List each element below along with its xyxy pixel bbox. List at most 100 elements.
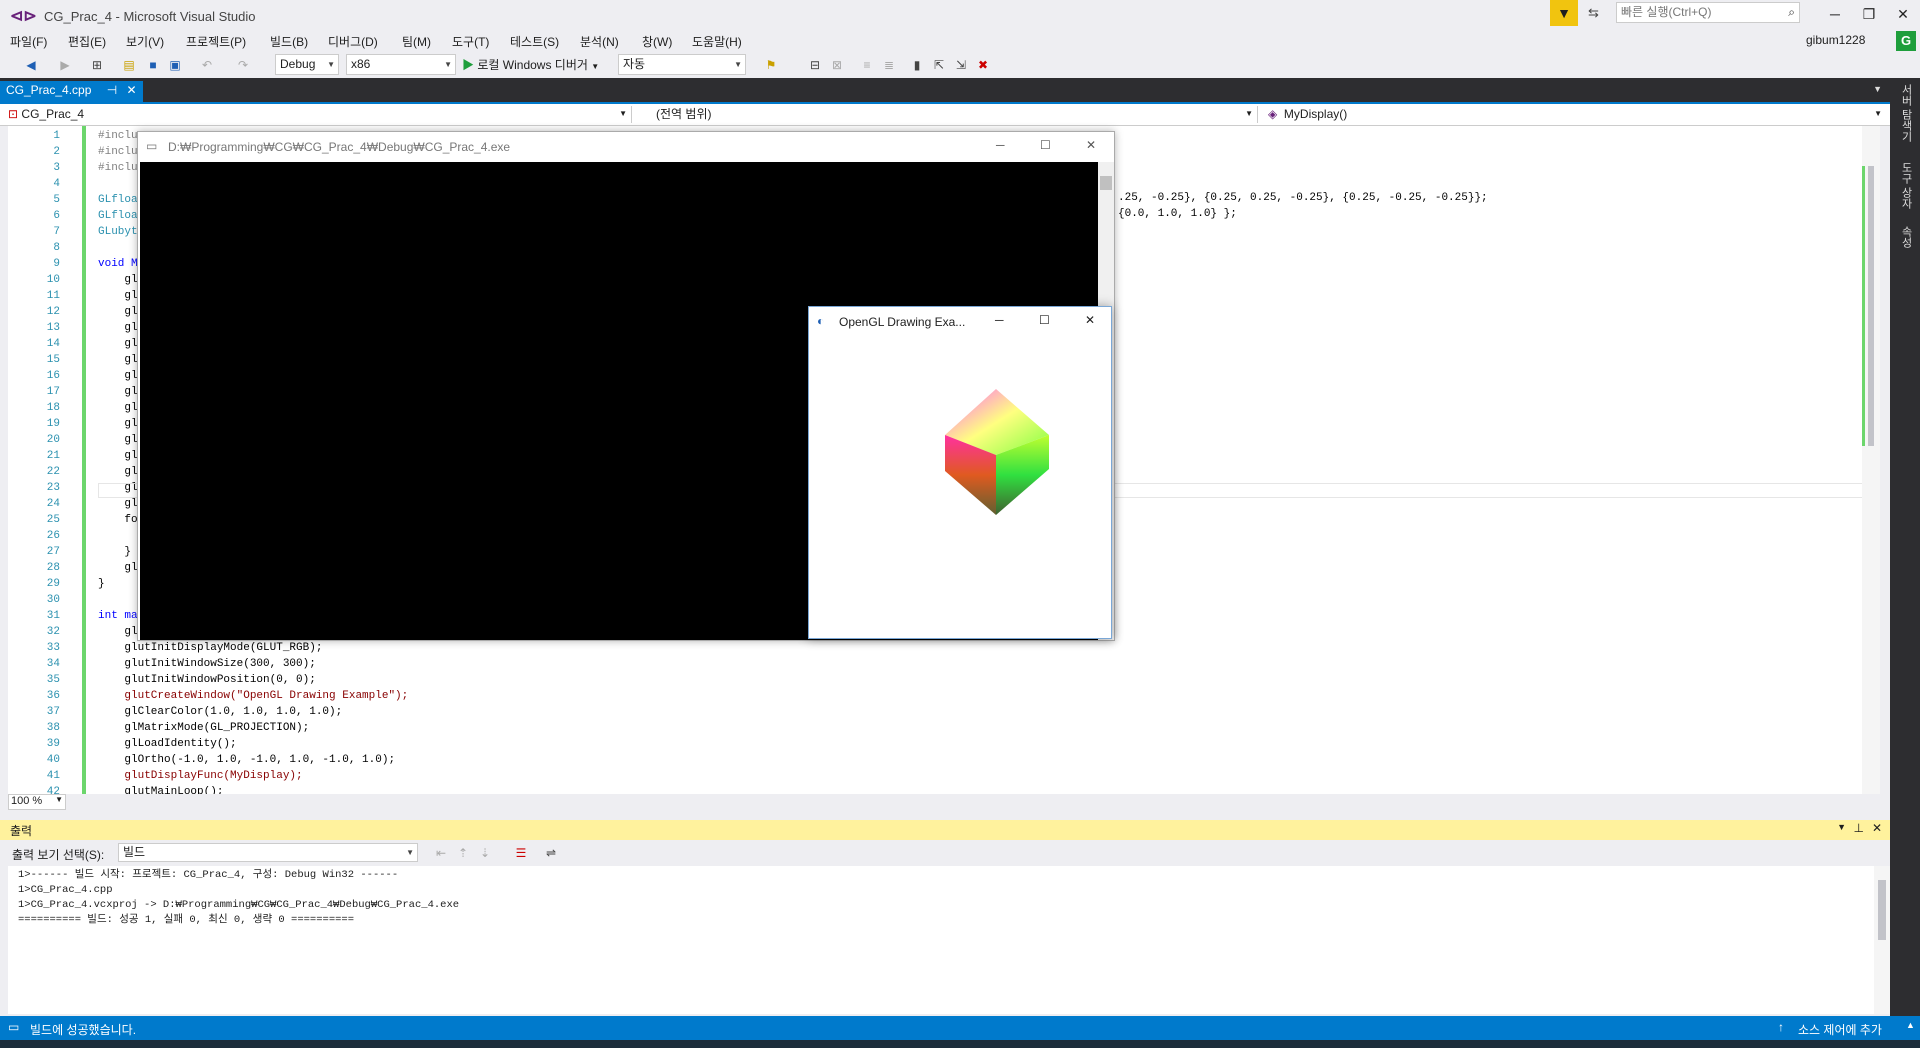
output-scroll-thumb[interactable] — [1878, 880, 1886, 940]
menu-file[interactable]: 파일(F) — [10, 33, 47, 50]
chevron-down-icon: ▼ — [55, 795, 63, 804]
class-view-icon[interactable]: ⊟ — [806, 56, 824, 74]
user-name[interactable]: gibum1228 — [1806, 33, 1865, 47]
line-number: 32 — [46, 626, 60, 638]
line-number: 25 — [46, 514, 60, 526]
menu-project[interactable]: 프로젝트(P) — [186, 33, 246, 50]
run-mode-dropdown[interactable]: 자동 ▼ — [618, 54, 746, 75]
zoom-dropdown[interactable]: 100 % ▼ — [8, 794, 66, 810]
console-minimize-button[interactable]: ─ — [996, 138, 1005, 152]
prev-bookmark-icon[interactable]: ⇱ — [930, 56, 948, 74]
code-line: gl — [98, 498, 138, 510]
code-line: gl — [98, 290, 138, 302]
source-control-button[interactable]: 소스 제어에 추가 — [1798, 1021, 1882, 1038]
tab-cg-prac-4-cpp[interactable]: CG_Prac_4.cpp ⊣ ✕ — [0, 81, 143, 102]
open-file-icon[interactable]: ▤ — [120, 56, 138, 74]
console-maximize-button[interactable]: ☐ — [1040, 138, 1051, 152]
redo-icon[interactable]: ↷ — [234, 56, 252, 74]
user-avatar[interactable]: G — [1896, 31, 1916, 51]
close-button[interactable]: ✕ — [1886, 0, 1920, 28]
next-message-icon[interactable]: ⇣ — [476, 844, 494, 862]
comment-icon[interactable]: ≡ — [858, 56, 876, 74]
line-number: 36 — [46, 690, 60, 702]
quick-launch-input[interactable]: 빠른 실행(Ctrl+Q) ⌕ — [1616, 2, 1800, 23]
line-number: 40 — [46, 754, 60, 766]
configuration-dropdown[interactable]: Debug ▼ — [275, 54, 339, 75]
menu-debug[interactable]: 디버그(D) — [328, 33, 378, 50]
scroll-thumb[interactable] — [1868, 166, 1874, 446]
console-close-button[interactable]: ✕ — [1086, 138, 1096, 152]
output-close-icon[interactable]: ✕ — [1872, 821, 1882, 835]
word-wrap-icon[interactable]: ⇌ — [542, 844, 560, 862]
console-title-bar[interactable]: ▭ D:₩Programming₩CG₩CG_Prac_4₩Debug₩CG_P… — [138, 132, 1114, 162]
opengl-window[interactable]: ◐ OpenGL Drawing Exa... ─ ☐ ✕ — [808, 306, 1112, 639]
output-text-area[interactable]: 1>------ 빌드 시작: 프로젝트: CG_Prac_4, 구성: Deb… — [8, 866, 1874, 1014]
member-dropdown[interactable]: ◈ MyDisplay() ▼ — [1264, 106, 1886, 123]
menu-help[interactable]: 도움말(H) — [692, 33, 742, 50]
start-debug-button[interactable]: ▶ 로컬 Windows 디버거 ▼ — [462, 56, 599, 73]
scope-dropdown[interactable]: (전역 범위) ▼ — [638, 106, 1258, 123]
undo-icon[interactable]: ↶ — [198, 56, 216, 74]
source-control-dropdown-icon[interactable]: ▲ — [1906, 1020, 1915, 1030]
chevron-down-icon: ▼ — [1245, 109, 1253, 118]
configuration-value: Debug — [280, 57, 316, 71]
clear-all-icon[interactable]: ☰ — [512, 844, 530, 862]
project-dropdown[interactable]: ⊡ CG_Prac_4 ▼ — [8, 106, 632, 123]
close-tab-icon[interactable]: ✕ — [127, 83, 137, 97]
forward-icon[interactable]: ▶ — [56, 56, 74, 74]
feedback-icon[interactable]: ⇆ — [1588, 5, 1599, 21]
toolbox-tab[interactable]: 도구 상자 — [1898, 162, 1914, 209]
tab-overflow-icon[interactable]: ▼ — [1873, 84, 1882, 94]
menu-test[interactable]: 테스트(S) — [510, 33, 559, 50]
menu-analyze[interactable]: 분석(N) — [580, 33, 619, 50]
next-bookmark-icon[interactable]: ⇲ — [952, 56, 970, 74]
method-icon: ◈ — [1268, 107, 1278, 121]
menu-build[interactable]: 빌드(B) — [270, 33, 308, 50]
minimize-button[interactable]: ─ — [1818, 0, 1852, 28]
output-title: 출력 — [10, 824, 33, 838]
save-icon[interactable]: ■ — [144, 56, 162, 74]
menu-team[interactable]: 팀(M) — [402, 33, 431, 50]
find-message-icon[interactable]: ⇤ — [432, 844, 450, 862]
restore-button[interactable]: ❐ — [1852, 0, 1886, 28]
status-bar: ▭ 빌드에 성공했습니다. ↑ 소스 제어에 추가 ▲ — [0, 1016, 1920, 1040]
opengl-minimize-button[interactable]: ─ — [995, 313, 1004, 327]
start-debug-label: 로컬 Windows 디버거 — [477, 58, 588, 72]
save-all-icon[interactable]: ▣ — [166, 56, 184, 74]
outline-icon[interactable]: ⊠ — [828, 56, 846, 74]
code-line: gl — [98, 418, 138, 430]
pin-icon[interactable]: ⊣ — [107, 83, 117, 97]
line-number: 35 — [46, 674, 60, 686]
uncomment-icon[interactable]: ≣ — [880, 56, 898, 74]
output-dropdown-icon[interactable]: ▼ — [1837, 822, 1846, 832]
output-source-dropdown[interactable]: 빌드 ▼ — [118, 843, 418, 862]
new-project-icon[interactable]: ⊞ — [88, 56, 106, 74]
menu-window[interactable]: 창(W) — [642, 33, 672, 50]
console-scroll-thumb[interactable] — [1100, 176, 1112, 190]
code-line: gl — [98, 402, 138, 414]
prev-message-icon[interactable]: ⇡ — [454, 844, 472, 862]
platform-dropdown[interactable]: x86 ▼ — [346, 54, 456, 75]
code-line: #inclu — [98, 146, 138, 158]
output-pin-icon[interactable]: ⊥ — [1854, 821, 1864, 835]
right-tool-strip: 서버 탐색기 도구 상자 속성 — [1890, 78, 1920, 1016]
server-explorer-tab[interactable]: 서버 탐색기 — [1898, 84, 1914, 142]
bookmark-icon[interactable]: ▮ — [908, 56, 926, 74]
code-line: glMatrixMode(GL_PROJECTION); — [98, 722, 310, 734]
opengl-close-button[interactable]: ✕ — [1085, 313, 1095, 327]
opengl-maximize-button[interactable]: ☐ — [1039, 313, 1050, 327]
menu-edit[interactable]: 편집(E) — [68, 33, 106, 50]
line-number: 14 — [46, 338, 60, 350]
opengl-title-bar[interactable]: ◐ OpenGL Drawing Exa... ─ ☐ ✕ — [809, 307, 1111, 337]
back-icon[interactable]: ◀ — [22, 56, 40, 74]
find-icon[interactable]: ⚑ — [762, 56, 780, 74]
notification-filter-icon[interactable]: ▼ — [1550, 0, 1578, 26]
menu-tools[interactable]: 도구(T) — [452, 33, 489, 50]
code-line: glLoadIdentity(); — [98, 738, 237, 750]
menu-view[interactable]: 보기(V) — [126, 33, 164, 50]
editor-vertical-scrollbar[interactable] — [1862, 126, 1880, 794]
output-vertical-scrollbar[interactable] — [1874, 866, 1890, 1014]
opengl-canvas[interactable] — [809, 337, 1111, 638]
clear-bookmarks-icon[interactable]: ✖ — [974, 56, 992, 74]
properties-tab[interactable]: 속성 — [1898, 226, 1914, 248]
